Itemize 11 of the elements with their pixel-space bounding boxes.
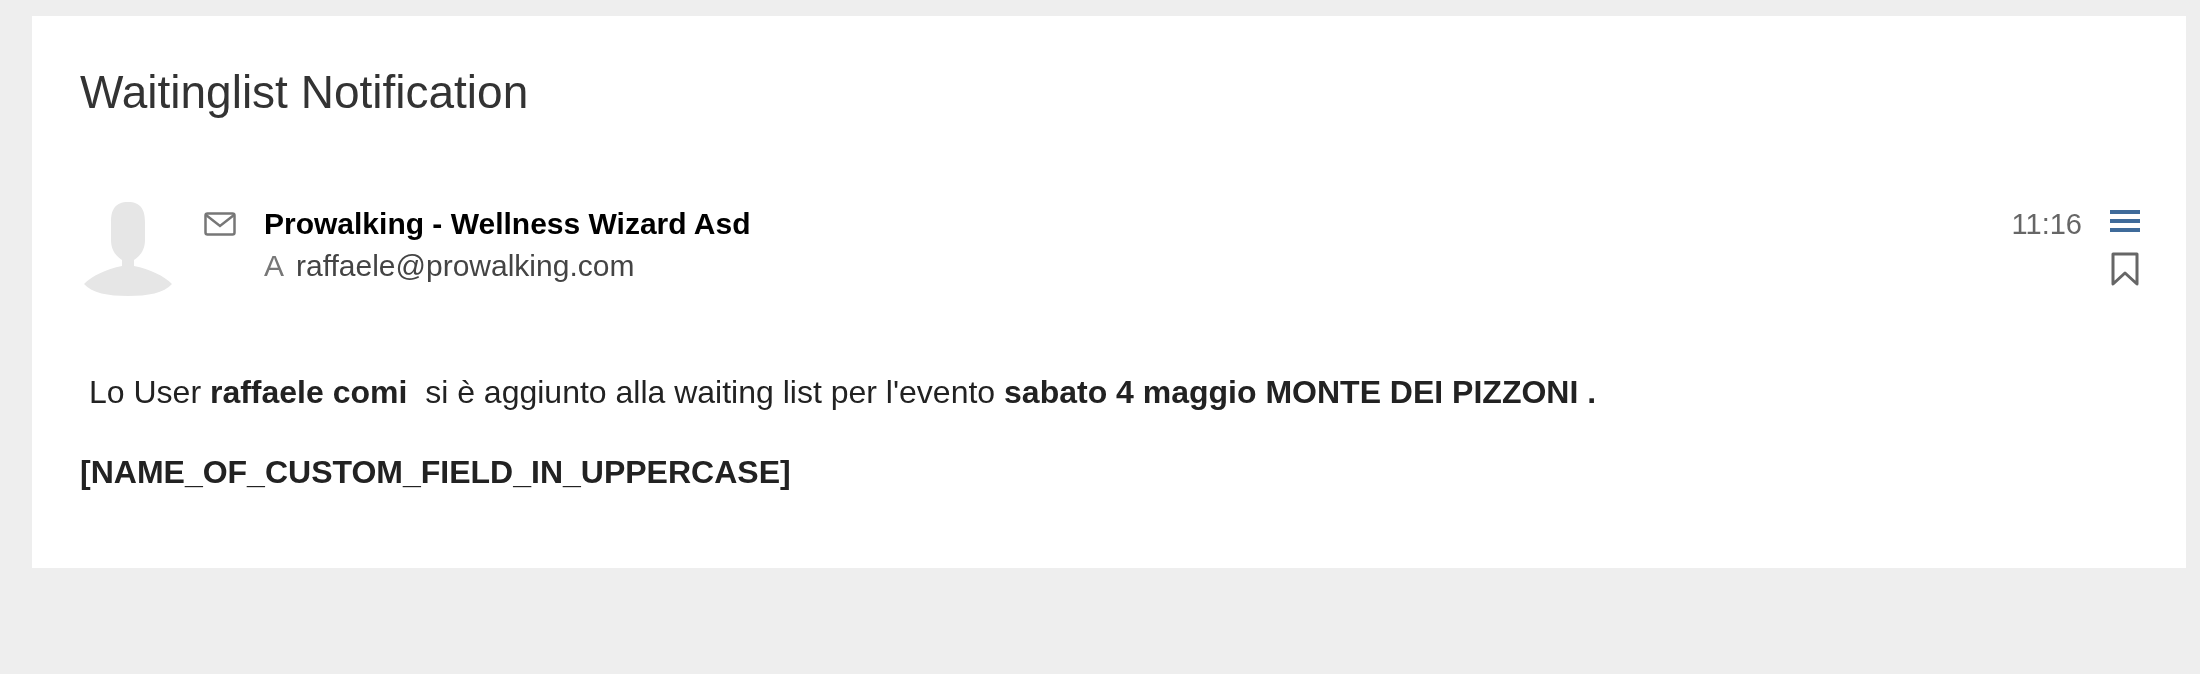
bookmark-icon[interactable]: [2111, 252, 2139, 286]
sender-name: Prowalking - Wellness Wizard Asd: [264, 206, 751, 242]
recipient-address: raffaele@prowalking.com: [296, 248, 635, 284]
page-title: Waitinglist Notification: [80, 65, 529, 120]
template-tag-text: [NAME_OF_CUSTOM_FIELD_IN_UPPERCASE]: [80, 454, 791, 490]
envelope-icon: [204, 212, 236, 236]
message-time: 11:16: [2011, 207, 2082, 242]
menu-icon[interactable]: [2110, 210, 2140, 232]
recipient-prefix: A: [264, 248, 284, 284]
message-text: Lo User raffaele comi si è aggiunto alla waiting list per l'evento sabato 4 maggio MONTE DEI PIZZONI .: [89, 373, 1597, 412]
avatar-icon: [84, 202, 172, 296]
